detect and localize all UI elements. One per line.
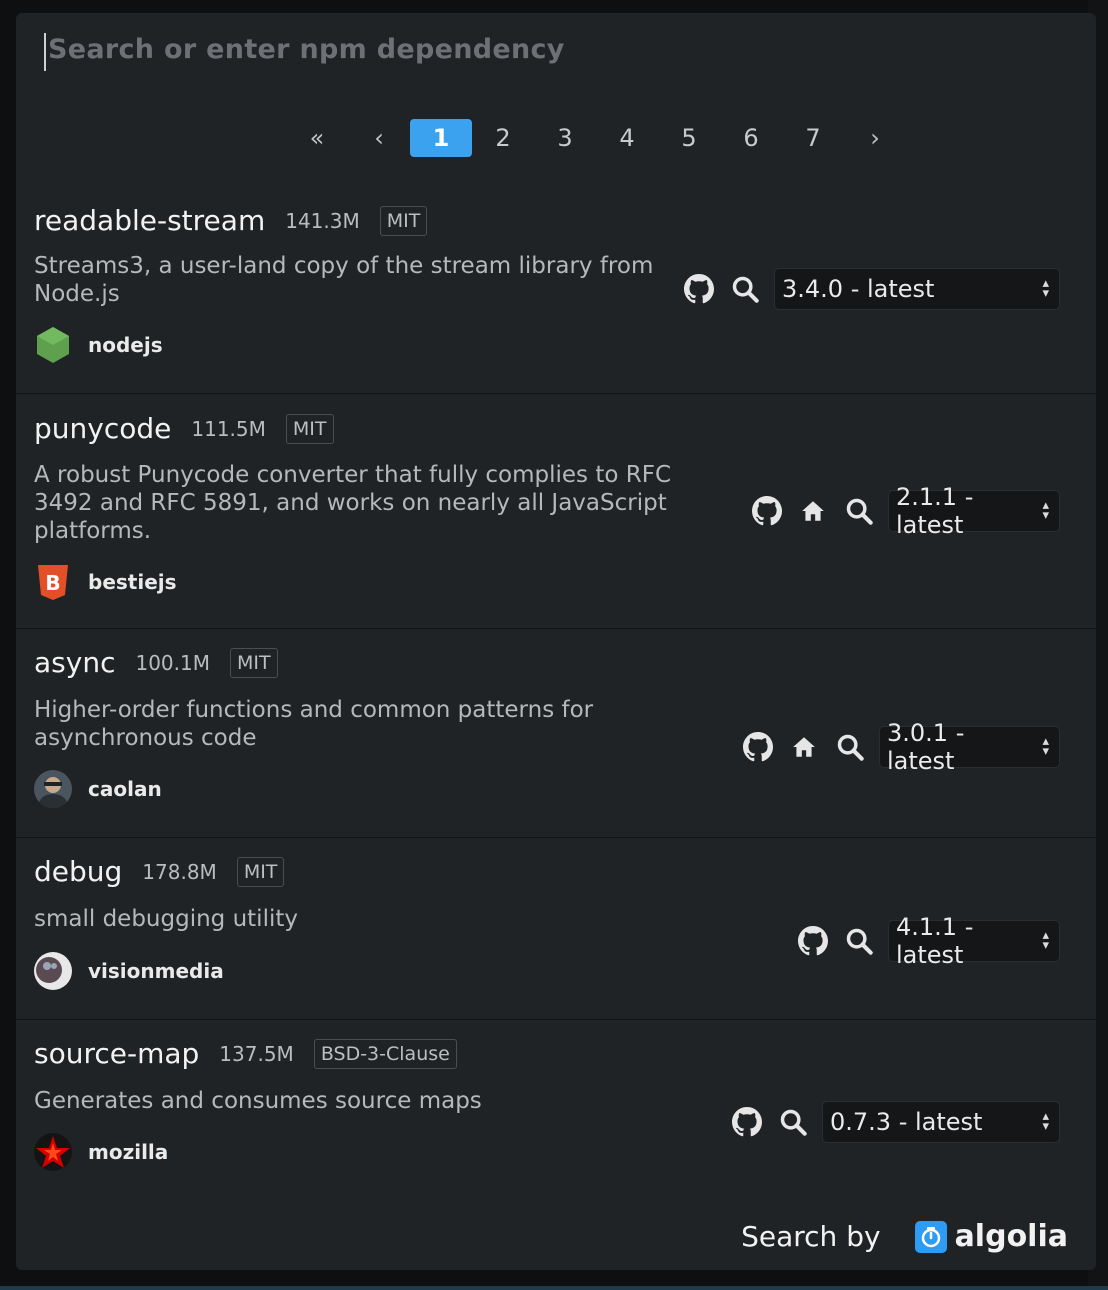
home-icon[interactable] xyxy=(790,491,836,531)
svg-text:B: B xyxy=(45,571,60,595)
select-arrows-icon: ▴ ▾ xyxy=(1042,928,1049,953)
license-badge: BSD-3-Clause xyxy=(313,1038,457,1069)
owner[interactable]: visionmedia xyxy=(34,952,224,990)
download-count: 178.8M xyxy=(142,859,217,884)
version-select[interactable]: 3.4.0 - latest ▴ ▾ xyxy=(774,268,1060,310)
result-item[interactable]: async 100.1M MIT Higher-order functions … xyxy=(16,629,1096,838)
version-select[interactable]: 3.0.1 - latest ▴ ▾ xyxy=(879,719,1060,775)
search-icon[interactable] xyxy=(836,491,882,531)
algolia-icon xyxy=(914,1220,947,1253)
page-6-button[interactable]: 6 xyxy=(720,119,782,157)
owner-name: mozilla xyxy=(88,1140,169,1164)
owner-name: bestiejs xyxy=(88,570,177,594)
owner-avatar xyxy=(34,770,72,808)
version-select[interactable]: 4.1.1 - latest ▴ ▾ xyxy=(888,913,1060,969)
license-badge: MIT xyxy=(379,205,428,236)
license-badge: MIT xyxy=(285,413,334,444)
package-description: Higher-order functions and common patter… xyxy=(34,697,594,751)
package-actions: 0.7.3 - latest ▴ ▾ xyxy=(724,1101,1060,1143)
select-arrows-icon: ▴ ▾ xyxy=(1042,276,1049,301)
search-input[interactable]: Search or enter npm dependency xyxy=(44,33,1048,71)
download-count: 111.5M xyxy=(191,416,266,441)
result-item[interactable]: punycode 111.5M MIT A robust Punycode co… xyxy=(16,394,1096,629)
download-count: 141.3M xyxy=(285,208,360,233)
page-4-button[interactable]: 4 xyxy=(596,119,658,157)
result-item[interactable]: source-map 137.5M BSD-3-Clause Generates… xyxy=(16,1020,1096,1190)
package-name[interactable]: debug xyxy=(34,855,122,888)
select-arrows-icon: ▴ ▾ xyxy=(1042,1109,1049,1134)
owner-name: nodejs xyxy=(88,333,163,357)
result-item[interactable]: debug 178.8M MIT small debugging utility… xyxy=(16,838,1096,1020)
package-description: Streams3, a user-land copy of the stream… xyxy=(34,253,654,307)
owner-avatar xyxy=(34,1133,72,1171)
owner[interactable]: mozilla xyxy=(34,1133,168,1171)
github-icon[interactable] xyxy=(735,727,781,767)
result-item[interactable]: readable-stream 141.3M MIT Streams3, a u… xyxy=(16,188,1096,394)
owner-avatar xyxy=(34,952,72,990)
owner[interactable]: nodejs xyxy=(34,326,163,364)
search-by-label: Search by xyxy=(741,1220,881,1253)
prev-page-button[interactable]: ‹ xyxy=(348,119,410,157)
page-2-button[interactable]: 2 xyxy=(472,119,534,157)
version-select[interactable]: 2.1.1 - latest ▴ ▾ xyxy=(888,483,1060,539)
home-icon[interactable] xyxy=(781,727,827,767)
package-name[interactable]: punycode xyxy=(34,412,171,445)
github-icon[interactable] xyxy=(676,269,722,309)
license-badge: MIT xyxy=(236,856,285,887)
github-icon[interactable] xyxy=(724,1102,770,1142)
owner-avatar: B xyxy=(34,563,72,601)
package-actions: 3.0.1 - latest ▴ ▾ xyxy=(735,719,1060,775)
select-arrows-icon: ▴ ▾ xyxy=(1042,734,1049,759)
next-page-button[interactable]: › xyxy=(844,119,906,157)
owner-name: caolan xyxy=(88,777,162,801)
search-icon[interactable] xyxy=(836,921,882,961)
algolia-brand: algolia xyxy=(954,1219,1068,1254)
version-select[interactable]: 0.7.3 - latest ▴ ▾ xyxy=(822,1101,1060,1143)
owner-avatar xyxy=(34,326,72,364)
package-actions: 4.1.1 - latest ▴ ▾ xyxy=(790,913,1060,969)
package-actions: 3.4.0 - latest ▴ ▾ xyxy=(676,268,1060,310)
first-page-button[interactable]: « xyxy=(286,119,348,157)
page-5-button[interactable]: 5 xyxy=(658,119,720,157)
background-bottom-bar xyxy=(0,1286,1108,1290)
owner[interactable]: B bestiejs xyxy=(34,563,177,601)
package-actions: 2.1.1 - latest ▴ ▾ xyxy=(744,483,1060,539)
owner[interactable]: caolan xyxy=(34,770,162,808)
owner-name: visionmedia xyxy=(88,959,224,983)
search-by-algolia[interactable]: Search by algolia xyxy=(741,1219,1068,1254)
package-description: small debugging utility xyxy=(34,906,298,932)
search-icon[interactable] xyxy=(770,1102,816,1142)
search-icon[interactable] xyxy=(827,727,873,767)
page-1-button[interactable]: 1 xyxy=(410,119,472,157)
page-3-button[interactable]: 3 xyxy=(534,119,596,157)
package-name[interactable]: source-map xyxy=(34,1037,199,1070)
package-name[interactable]: readable-stream xyxy=(34,204,265,237)
pagination: « ‹ 1 2 3 4 5 6 7 › xyxy=(286,118,906,158)
search-icon[interactable] xyxy=(722,269,768,309)
page-7-button[interactable]: 7 xyxy=(782,119,844,157)
license-badge: MIT xyxy=(229,647,278,678)
select-arrows-icon: ▴ ▾ xyxy=(1042,498,1049,523)
package-description: Generates and consumes source maps xyxy=(34,1088,482,1114)
dependency-search-modal: Search or enter npm dependency « ‹ 1 2 3… xyxy=(16,13,1096,1270)
github-icon[interactable] xyxy=(790,921,836,961)
download-count: 137.5M xyxy=(219,1041,294,1066)
package-description: A robust Punycode converter that fully c… xyxy=(34,462,672,544)
package-name[interactable]: async xyxy=(34,646,115,679)
download-count: 100.1M xyxy=(135,650,210,675)
github-icon[interactable] xyxy=(744,491,790,531)
